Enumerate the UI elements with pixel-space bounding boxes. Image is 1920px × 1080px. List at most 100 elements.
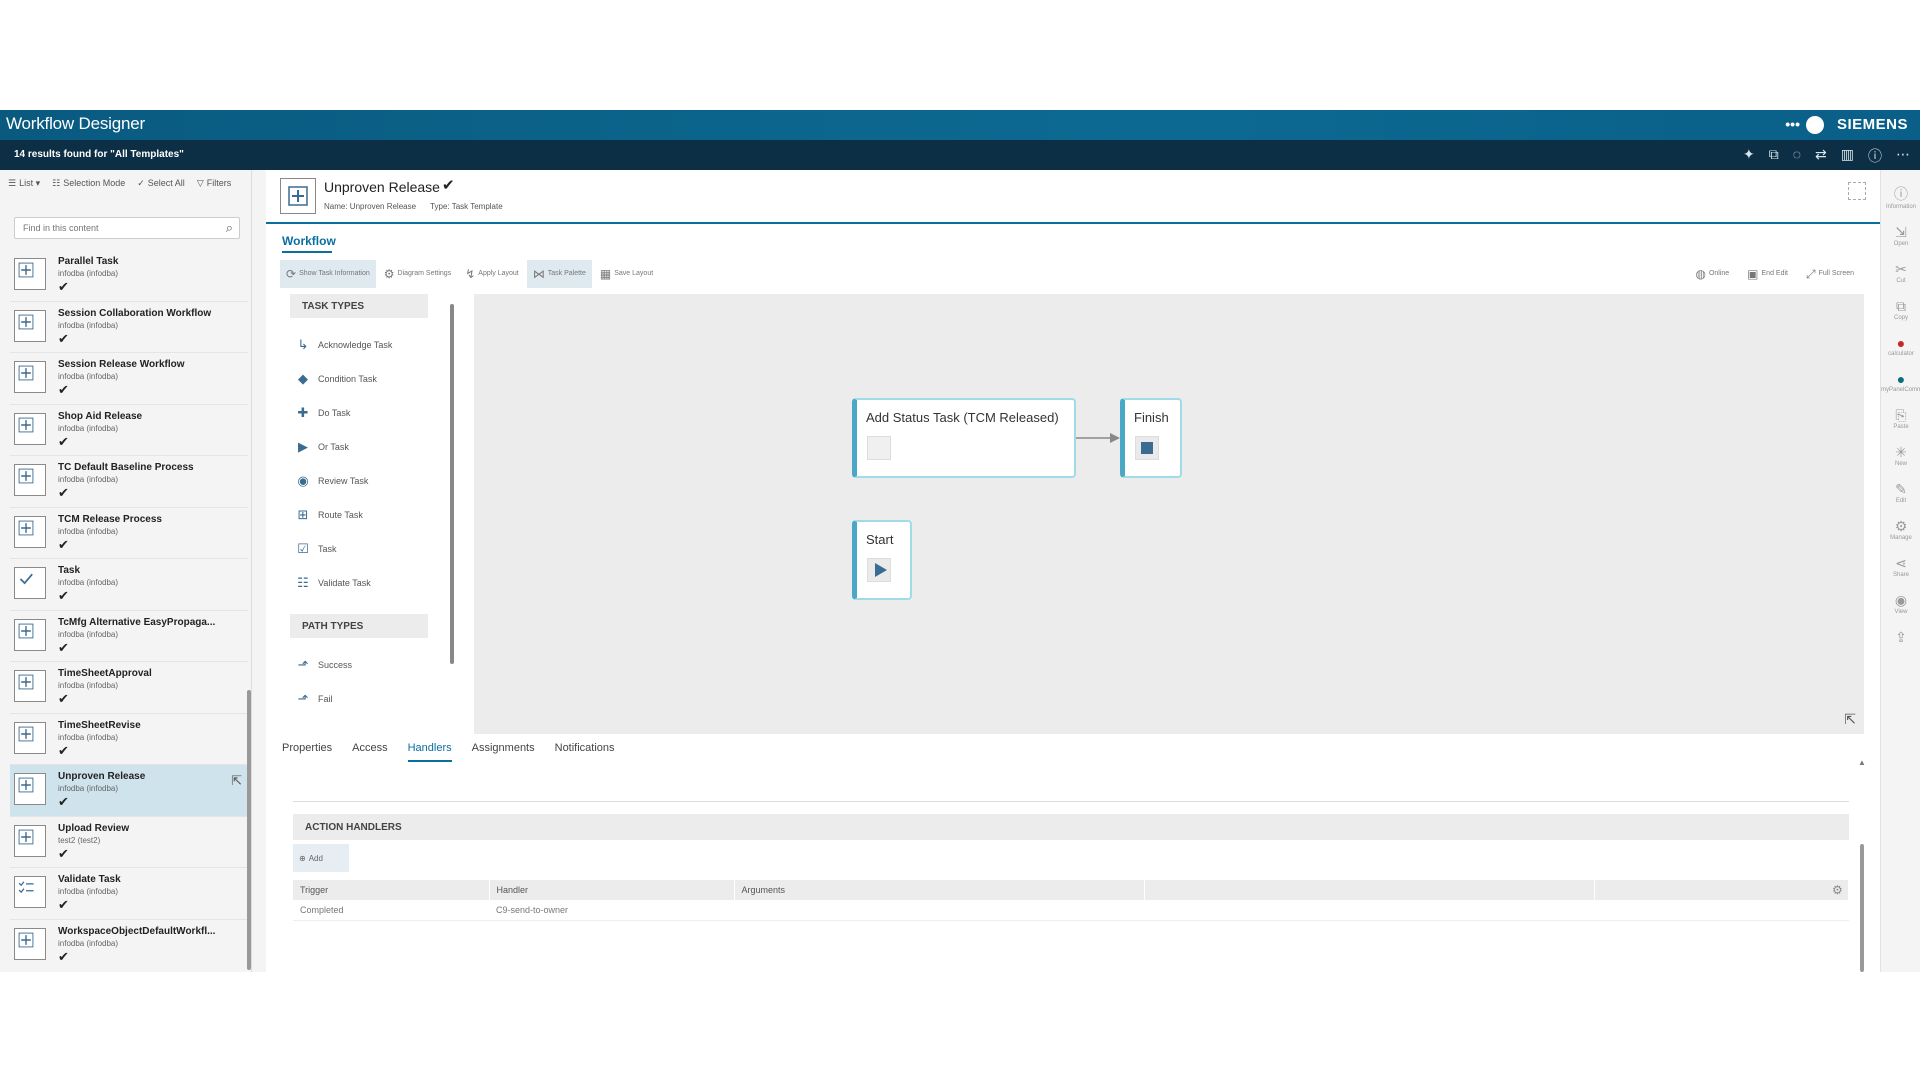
list-item[interactable]: WorkspaceObjectDefaultWorkfl... infodba (… bbox=[10, 920, 248, 969]
rail-my-panel-command-button[interactable]: ●myPanelCommand bbox=[1881, 371, 1920, 393]
tab-workflow[interactable]: Workflow bbox=[282, 234, 336, 248]
checkmark-icon: ✔ bbox=[58, 845, 69, 861]
status-task-node[interactable]: Add Status Task (TCM Released) bbox=[852, 398, 1076, 478]
rail-edit-button[interactable]: ✎ Edit bbox=[1881, 481, 1920, 504]
palette-do-task[interactable]: ✚ Do Task bbox=[294, 396, 440, 430]
validate-task-icon bbox=[18, 881, 34, 894]
scroll-up-icon[interactable]: ▲ bbox=[1858, 758, 1866, 767]
table-settings-gear-icon[interactable]: ⚙ bbox=[1832, 883, 1843, 897]
list-scrollbar[interactable] bbox=[247, 690, 251, 970]
tab-properties[interactable]: Properties bbox=[282, 742, 332, 762]
rail-copy-button[interactable]: ⧉ Copy bbox=[1881, 298, 1920, 321]
refresh-icon[interactable]: ◌ bbox=[1793, 146, 1801, 166]
column-trigger[interactable]: Trigger bbox=[293, 880, 490, 900]
pin-icon[interactable]: ✦ bbox=[1743, 146, 1755, 166]
rail-open-button[interactable]: ⇲ Open bbox=[1881, 224, 1920, 247]
help-icon[interactable]: ⓘ bbox=[1868, 146, 1882, 166]
selection-mode-button[interactable]: ☷ Selection Mode bbox=[52, 178, 125, 189]
list-view-button[interactable]: ☰ List ▾ bbox=[8, 178, 40, 189]
template-owner: infodba (infodba) bbox=[58, 887, 119, 896]
palette-task[interactable]: ☑ Task bbox=[294, 532, 440, 566]
list-item[interactable]: TCM Release Process infodba (infodba) ✔ bbox=[10, 508, 248, 559]
template-owner: infodba (infodba) bbox=[58, 681, 119, 690]
template-name: Unproven Release bbox=[58, 771, 146, 782]
rail-information-button[interactable]: ⓘ Information bbox=[1881, 184, 1920, 210]
palette-fail-path[interactable]: ⬏ Fail bbox=[294, 682, 440, 716]
details-scrollbar[interactable] bbox=[1860, 844, 1864, 972]
start-node[interactable]: Start bbox=[852, 520, 912, 600]
content-search-input[interactable] bbox=[15, 218, 211, 238]
list-item[interactable]: TcMfg Alternative EasyPropaga... infodba … bbox=[10, 611, 248, 662]
workflow-template-icon bbox=[18, 262, 34, 278]
palette-scrollbar[interactable] bbox=[450, 304, 454, 664]
column-handler[interactable]: Handler bbox=[489, 880, 735, 900]
add-handler-button[interactable]: ⊕ Add bbox=[293, 844, 349, 872]
palette-route-task[interactable]: ⊞ Route Task bbox=[294, 498, 440, 532]
diagram-settings-button[interactable]: ⚙ Diagram Settings bbox=[378, 260, 457, 288]
tab-assignments[interactable]: Assignments bbox=[472, 742, 535, 762]
palette-or-task[interactable]: ▶ Or Task bbox=[294, 430, 440, 464]
palette-condition-task[interactable]: ◆ Condition Task bbox=[294, 362, 440, 396]
palette-validate-task[interactable]: ☷ Validate Task bbox=[294, 566, 440, 600]
tab-handlers[interactable]: Handlers bbox=[407, 742, 452, 762]
search-icon[interactable]: ⌕ bbox=[226, 220, 233, 236]
overflow-icon[interactable]: ⋯ bbox=[1896, 146, 1910, 166]
palette-review-task[interactable]: ◉ Review Task bbox=[294, 464, 440, 498]
list-item[interactable]: Upload Review test2 (test2) ✔ bbox=[10, 817, 248, 868]
palette-success-path[interactable]: ⬏ Success bbox=[294, 648, 440, 682]
rail-share-button[interactable]: ⋖ Share bbox=[1881, 555, 1920, 578]
online-button[interactable]: ◍ Online bbox=[1689, 260, 1735, 288]
rail-calculator-button[interactable]: ● calculator bbox=[1881, 335, 1920, 357]
columns-icon[interactable]: ▥ bbox=[1841, 146, 1854, 166]
template-name: Shop Aid Release bbox=[58, 410, 143, 422]
brand-logo: SIEMENS bbox=[1836, 116, 1908, 133]
full-screen-button[interactable]: ⤢ Full Screen bbox=[1800, 260, 1860, 288]
list-item[interactable]: Parallel Task infodba (infodba) ✔ bbox=[10, 250, 248, 302]
list-item[interactable]: TimeSheetRevise infodba (infodba) ✔ bbox=[10, 714, 248, 765]
results-toolbar: ☰ List ▾ ☷ Selection Mode ✓ Select All ▽… bbox=[8, 178, 231, 189]
open-icon: ⇲ bbox=[1895, 224, 1907, 240]
list-item[interactable]: Session Collaboration Workflow infodba (i… bbox=[10, 302, 248, 353]
template-thumbnail bbox=[14, 361, 46, 393]
checkmark-icon: ✔ bbox=[58, 382, 69, 397]
end-edit-button[interactable]: ▣ End Edit bbox=[1741, 260, 1794, 288]
finish-node[interactable]: Finish bbox=[1120, 398, 1182, 478]
palette-acknowledge-task[interactable]: ↳ Acknowledge Task bbox=[294, 328, 440, 362]
filters-button[interactable]: ▽ Filters bbox=[197, 178, 231, 189]
list-item[interactable]: Session Release Workflow infodba (infodba… bbox=[10, 353, 248, 405]
list-item[interactable]: TC Default Baseline Process infodba (info… bbox=[10, 456, 248, 508]
save-layout-button[interactable]: ▦ Save Layout bbox=[594, 260, 659, 288]
task-palette-button[interactable]: ⋈ Task Palette bbox=[526, 260, 592, 288]
list-item[interactable]: TimeSheetApproval infodba (infodba) ✔ bbox=[10, 662, 248, 714]
list-item[interactable]: Unproven Release infodba (infodba) ✔ ⇱ bbox=[10, 765, 248, 817]
open-in-new-icon[interactable]: ⇱ bbox=[231, 773, 242, 789]
checkmark-icon: ✔ bbox=[58, 536, 69, 552]
expand-icon[interactable] bbox=[1848, 182, 1866, 200]
rail-new-button[interactable]: ✳ New bbox=[1881, 444, 1920, 467]
apply-layout-button[interactable]: ↯ Apply Layout bbox=[459, 260, 525, 288]
show-task-information-button[interactable]: ⟳ Show Task Information bbox=[280, 260, 376, 288]
template-owner: infodba (infodba) bbox=[58, 526, 119, 536]
column-arguments[interactable]: Arguments bbox=[734, 880, 1145, 900]
more-menu-icon[interactable]: ••• bbox=[1785, 116, 1800, 132]
rail-view-button[interactable]: ◉ View bbox=[1881, 592, 1920, 615]
rail-paste-button[interactable]: ⎘ Paste bbox=[1881, 407, 1920, 430]
rail-export-button[interactable]: ⇪ bbox=[1881, 629, 1920, 646]
list-item[interactable]: Task infodba (infodba) ✔ bbox=[10, 559, 248, 611]
fail-path-icon: ⬏ bbox=[297, 691, 309, 706]
user-avatar[interactable] bbox=[1806, 116, 1824, 134]
rail-cut-button[interactable]: ✂ Cut bbox=[1881, 261, 1920, 284]
template-thumbnail bbox=[14, 824, 46, 857]
tab-access[interactable]: Access bbox=[352, 742, 387, 762]
tab-notifications[interactable]: Notifications bbox=[555, 742, 615, 762]
share-icon[interactable]: ⇄ bbox=[1815, 146, 1827, 166]
select-all-button[interactable]: ✓ Select All bbox=[137, 178, 185, 189]
copy-window-icon[interactable]: ⧉ bbox=[1769, 146, 1779, 166]
list-item[interactable]: Validate Task infodba (infodba) ✔ bbox=[10, 868, 248, 920]
rail-manage-button[interactable]: ⚙ Manage bbox=[1881, 518, 1920, 541]
collapse-corner-icon[interactable]: ⇱ bbox=[1844, 711, 1856, 728]
workflow-canvas[interactable]: Add Status Task (TCM Released) Finish St… bbox=[474, 294, 1864, 734]
table-row[interactable]: Completed C9-send-to-owner bbox=[293, 900, 1849, 921]
template-name: Upload Review bbox=[58, 822, 130, 834]
list-item[interactable]: Shop Aid Release infodba (infodba) ✔ bbox=[10, 405, 248, 456]
